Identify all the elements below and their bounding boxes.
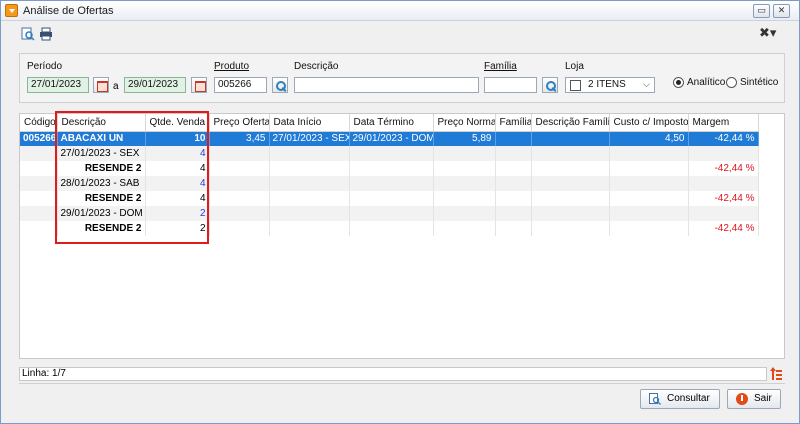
table-row[interactable]: 28/01/2023 - SAB 4 [20, 176, 759, 191]
window-title: Análise de Ofertas [23, 5, 114, 17]
col-descricao-familia[interactable]: Descrição Família [531, 114, 610, 132]
cell-descricao: ABACAXI UN [57, 131, 146, 146]
cell-data-termino: 29/01/2023 - DOM [349, 131, 434, 146]
cell-codigo [20, 221, 58, 236]
table-row[interactable]: RESENDE 2 2 -42,44 % [20, 221, 759, 236]
results-table: Código Descrição Qtde. Venda Preço Ofert… [20, 114, 759, 236]
produto-label: Produto [214, 61, 250, 72]
col-margem[interactable]: Margem [688, 114, 759, 132]
col-qtde-venda[interactable]: Qtde. Venda [145, 114, 210, 132]
cell-qtde: 2 [145, 206, 210, 221]
periodo-label: Período [27, 61, 63, 72]
cell-codigo [20, 161, 58, 176]
footer-divider [19, 383, 785, 384]
date-end-input[interactable]: 29/01/2023 [124, 77, 186, 93]
expand-rows-icon[interactable] [769, 366, 783, 382]
cell-margem: -42,44 % [688, 191, 759, 206]
col-codigo[interactable]: Código [20, 114, 58, 132]
sair-button[interactable]: Sair [727, 389, 781, 409]
cell-descricao: 29/01/2023 - DOM [57, 206, 146, 221]
cell-familia [495, 131, 532, 146]
col-preco-normal[interactable]: Preço Normal [433, 114, 496, 132]
table-row[interactable]: 29/01/2023 - DOM 2 [20, 206, 759, 221]
loja-checkbox[interactable] [570, 80, 581, 91]
calendar-start-icon[interactable] [93, 77, 109, 93]
cell-preco-normal: 5,89 [433, 131, 496, 146]
cell-descricao: RESENDE 2 [57, 221, 146, 236]
cell-qtde: 4 [145, 146, 210, 161]
search-document-icon[interactable] [21, 27, 35, 41]
date-start-input[interactable]: 27/01/2023 [27, 77, 89, 93]
produto-input[interactable]: 005266 [214, 77, 267, 93]
cell-margem: -42,44 % [688, 221, 759, 236]
cell-descricao-familia [531, 131, 610, 146]
radio-analitico-label: Analítico [687, 77, 726, 88]
status-bar: Linha: 1/7 [19, 367, 767, 381]
consultar-button[interactable]: Consultar [640, 389, 720, 409]
calendar-end-icon[interactable] [191, 77, 207, 93]
cell-margem [688, 146, 759, 161]
descricao-label: Descrição [294, 61, 339, 72]
table-row[interactable]: 27/01/2023 - SEX 4 [20, 146, 759, 161]
tools-icon[interactable]: ✖▾ [759, 27, 781, 41]
table-header-row: Código Descrição Qtde. Venda Preço Ofert… [20, 114, 759, 132]
radio-sintetico-label: Sintético [740, 77, 779, 88]
chevron-down-icon[interactable]: ⌵ [643, 80, 650, 90]
cell-codigo [20, 191, 58, 206]
col-data-inicio[interactable]: Data Início [269, 114, 350, 132]
results-grid: Código Descrição Qtde. Venda Preço Ofert… [19, 113, 785, 359]
cell-qtde: 10 [145, 131, 210, 146]
radio-sintetico[interactable] [726, 77, 737, 88]
printer-icon[interactable] [39, 27, 53, 41]
cell-descricao: 28/01/2023 - SAB [57, 176, 146, 191]
cell-qtde: 4 [145, 191, 210, 206]
cell-descricao: RESENDE 2 [57, 161, 146, 176]
familia-search-icon[interactable] [542, 77, 558, 93]
exit-icon [736, 393, 748, 405]
cell-margem: -42,44 % [688, 131, 759, 146]
cell-margem: -42,44 % [688, 161, 759, 176]
descricao-input[interactable] [294, 77, 479, 93]
search-document-icon [649, 393, 661, 405]
cell-codigo: 005266 [20, 131, 58, 146]
cell-codigo [20, 176, 58, 191]
loja-label: Loja [565, 61, 584, 72]
col-familia[interactable]: Família [495, 114, 532, 132]
table-row[interactable]: 005266 ABACAXI UN 10 3,45 27/01/2023 - S… [20, 131, 759, 146]
familia-input[interactable] [484, 77, 537, 93]
col-descricao[interactable]: Descrição [57, 114, 146, 132]
analise-ofertas-window: Análise de Ofertas ▭ ✕ ✖▾ Período 27/01/… [0, 0, 800, 424]
produto-search-icon[interactable] [272, 77, 288, 93]
restore-button[interactable]: ▭ [753, 4, 770, 18]
cell-custo: 4,50 [609, 131, 689, 146]
close-button[interactable]: ✕ [773, 4, 790, 18]
table-row[interactable]: RESENDE 2 4 -42,44 % [20, 161, 759, 176]
cell-qtde: 2 [145, 221, 210, 236]
cell-margem [688, 206, 759, 221]
col-custo-imposto[interactable]: Custo c/ Imposto [609, 114, 689, 132]
cell-qtde: 4 [145, 176, 210, 191]
table-row[interactable]: RESENDE 2 4 -42,44 % [20, 191, 759, 206]
familia-label: Família [484, 61, 517, 72]
sair-label: Sair [754, 393, 772, 404]
cell-qtde: 4 [145, 161, 210, 176]
radio-analitico[interactable] [673, 77, 684, 88]
cell-descricao: 27/01/2023 - SEX [57, 146, 146, 161]
cell-descricao: RESENDE 2 [57, 191, 146, 206]
cell-margem [688, 176, 759, 191]
title-bar: Análise de Ofertas ▭ ✕ [1, 1, 799, 21]
col-preco-oferta[interactable]: Preço Oferta [209, 114, 270, 132]
cell-data-inicio: 27/01/2023 - SEX [269, 131, 350, 146]
date-separator: a [113, 81, 119, 92]
consultar-label: Consultar [667, 393, 710, 404]
app-icon [5, 4, 18, 17]
cell-codigo [20, 206, 58, 221]
cell-codigo [20, 146, 58, 161]
col-data-termino[interactable]: Data Término [349, 114, 434, 132]
cell-preco-oferta: 3,45 [209, 131, 270, 146]
